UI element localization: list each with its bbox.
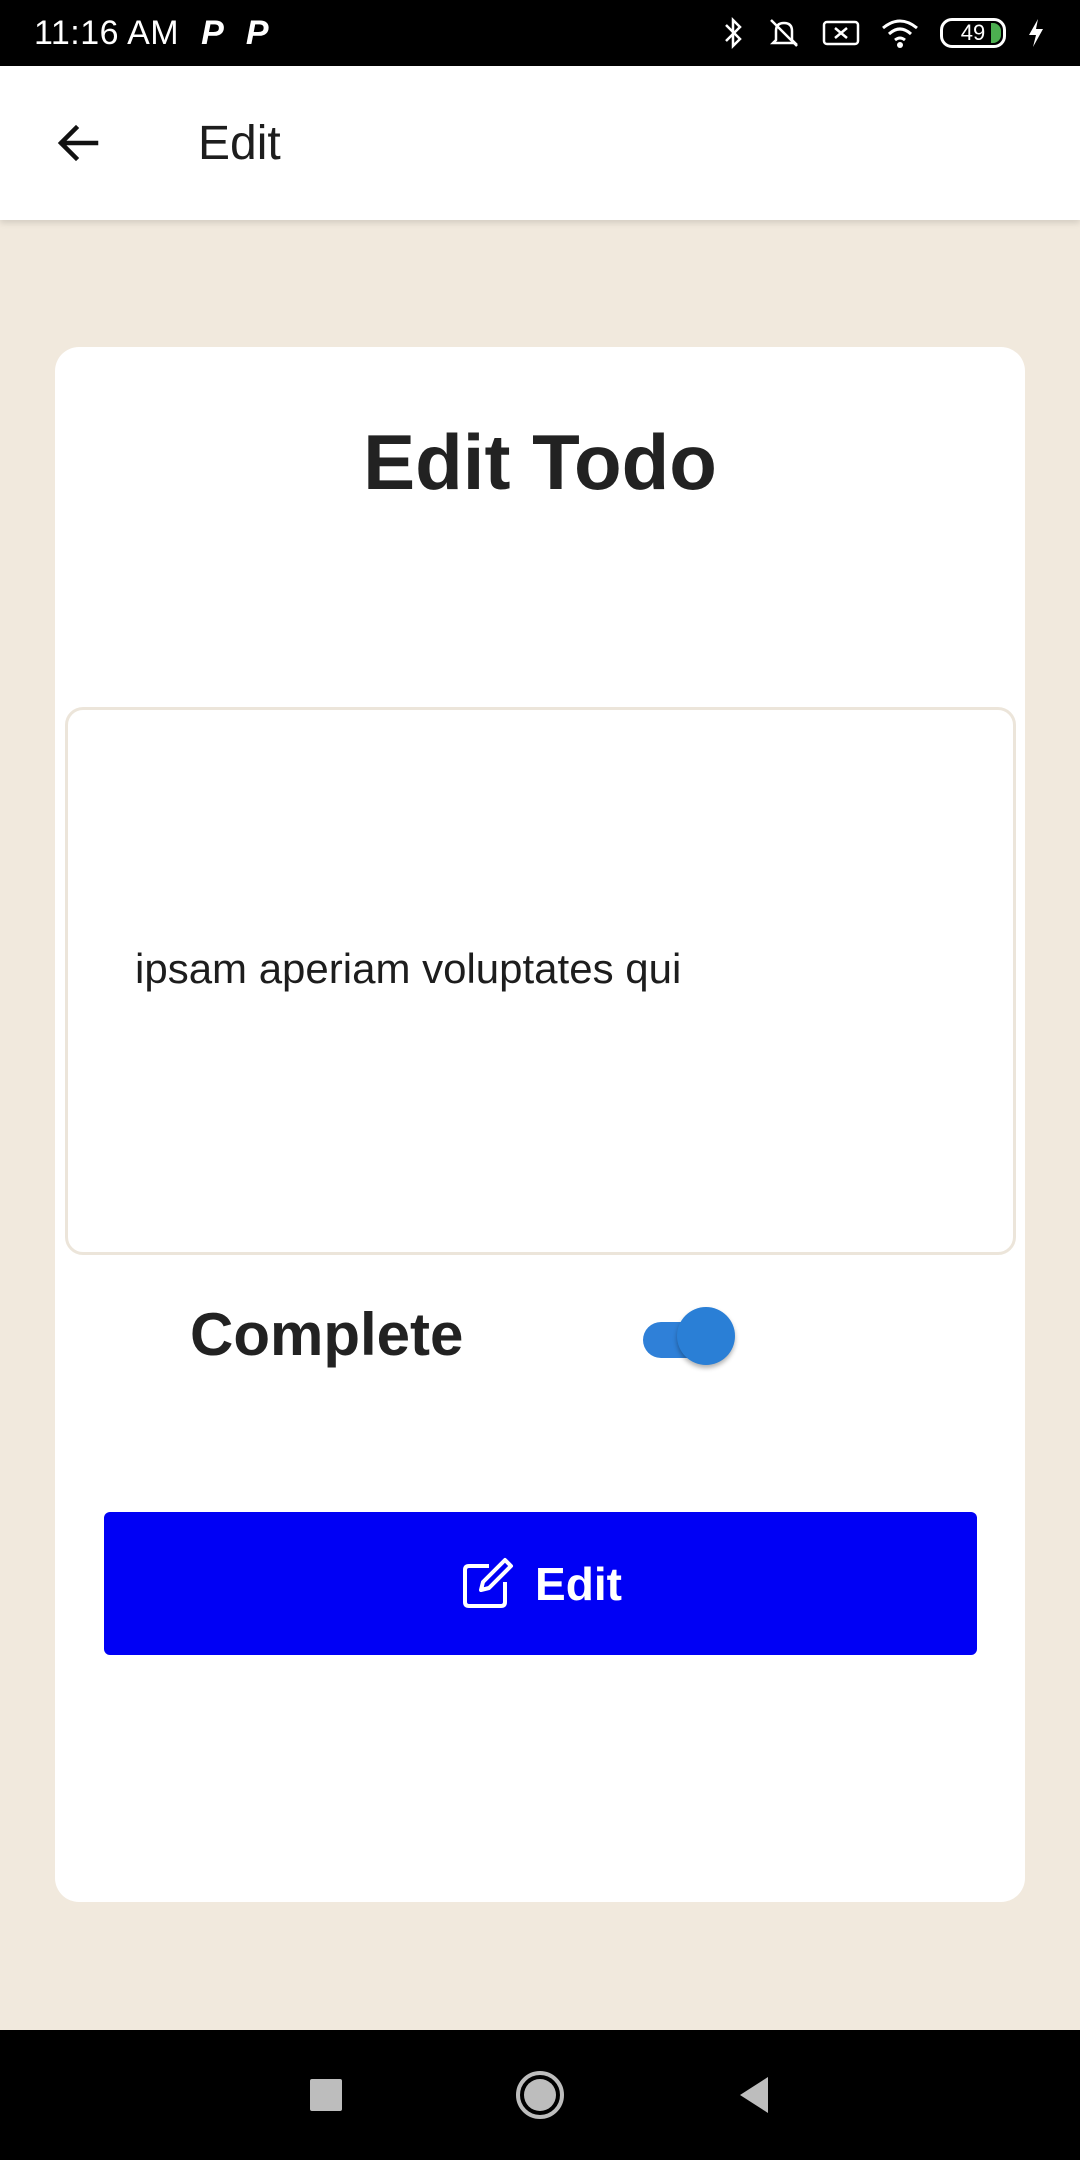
status-bar: 11:16 AM P P 49 [0, 0, 1080, 66]
edit-icon [463, 1557, 514, 1608]
system-nav-bar [0, 2030, 1080, 2160]
notification-p-icon: P [245, 13, 269, 52]
edit-button[interactable]: Edit [104, 1512, 977, 1655]
edit-todo-card: Edit Todo ipsam aperiam voluptates qui C… [55, 347, 1025, 1902]
todo-text-value: ipsam aperiam voluptates qui [135, 945, 682, 992]
bluetooth-icon [725, 16, 742, 50]
battery-icon: 49 [940, 18, 1006, 48]
page-title: Edit [198, 116, 281, 170]
card-title: Edit Todo [363, 418, 717, 506]
status-icons: 49 [722, 16, 1046, 50]
edit-button-label: Edit [535, 1557, 622, 1610]
charging-bolt-icon [1029, 19, 1043, 47]
notification-p-icon: P [201, 13, 224, 52]
todo-text-input[interactable]: ipsam aperiam voluptates qui [65, 707, 1016, 1255]
toggle-thumb [677, 1307, 735, 1365]
screen-x-icon [822, 20, 860, 46]
back-button[interactable] [38, 103, 118, 183]
wifi-icon [882, 19, 918, 48]
triangle-back-icon[interactable] [736, 2075, 772, 2115]
complete-toggle[interactable] [643, 1307, 743, 1371]
arrow-left-icon [57, 124, 99, 162]
circle-icon[interactable] [514, 2069, 566, 2121]
status-time: 11:16 AM [34, 13, 180, 52]
battery-level: 49 [960, 20, 986, 45]
app-bar: Edit [0, 66, 1080, 220]
square-icon[interactable] [308, 2077, 344, 2113]
mute-bell-icon [769, 19, 799, 47]
complete-label: Complete [190, 1301, 464, 1368]
